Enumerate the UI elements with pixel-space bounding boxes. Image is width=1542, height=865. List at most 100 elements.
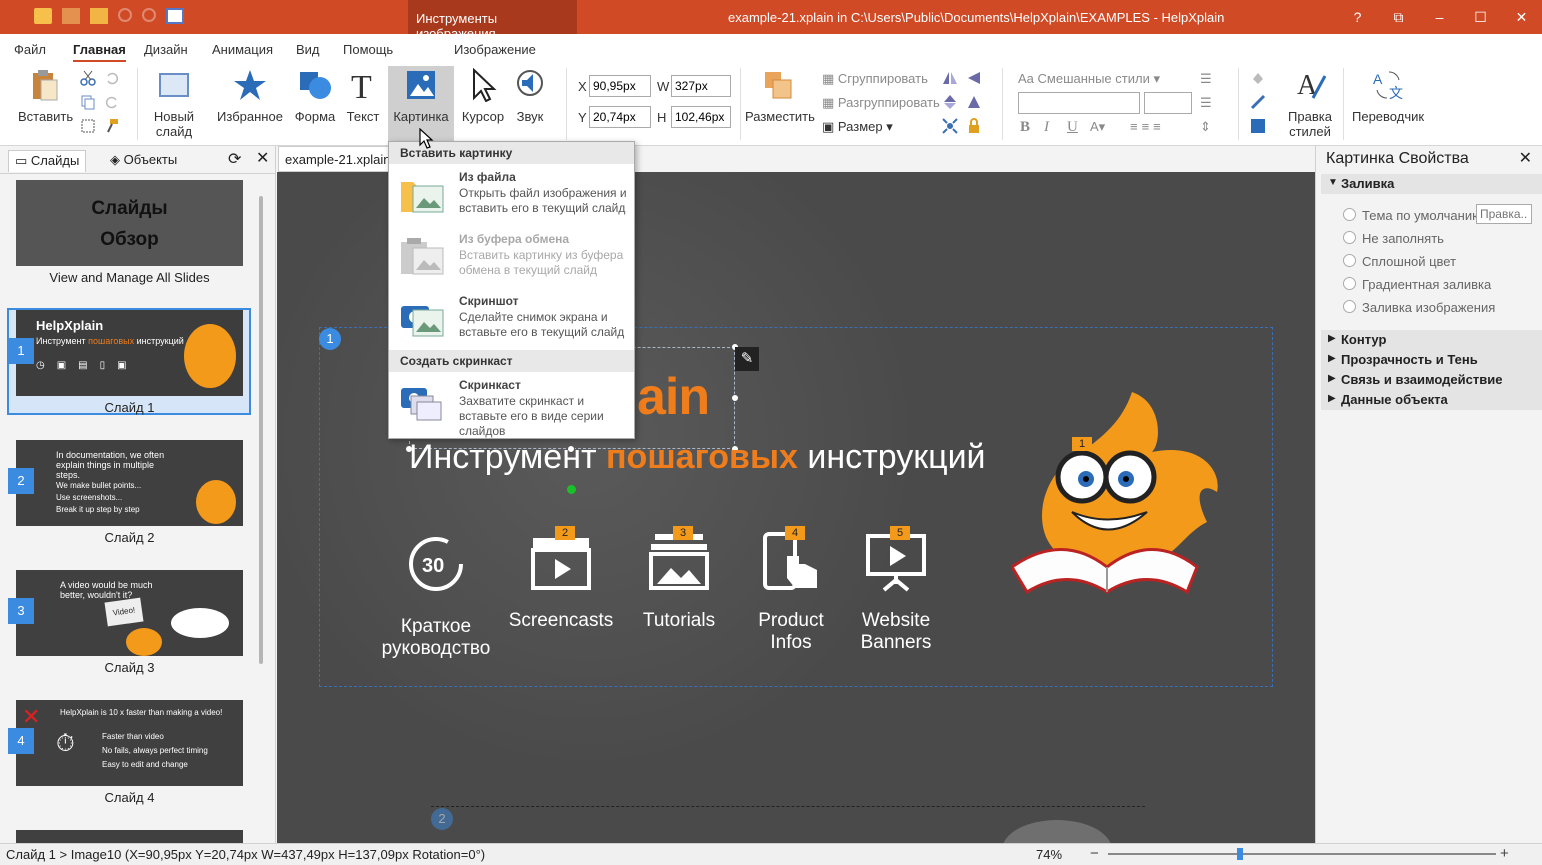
tab-view[interactable]: Вид bbox=[296, 42, 320, 57]
favorites-button[interactable]: Избранное bbox=[217, 68, 283, 124]
edit-styles-button[interactable]: A Правка стилей bbox=[1284, 68, 1336, 139]
slides-scrollbar[interactable] bbox=[259, 196, 263, 664]
rotate-handle[interactable] bbox=[567, 485, 576, 494]
redo-icon[interactable] bbox=[142, 8, 156, 22]
flip-vertical-icon[interactable] bbox=[942, 94, 958, 110]
format-painter-icon[interactable] bbox=[104, 118, 120, 134]
zoom-slider-thumb[interactable] bbox=[1236, 848, 1243, 860]
edit-pencil-icon[interactable]: ✎ bbox=[735, 347, 759, 371]
refresh-icon[interactable]: ⟳ bbox=[228, 149, 241, 169]
font-color-icon[interactable]: A▾ bbox=[1090, 119, 1105, 135]
fill-option-solid[interactable]: Сплошной цвет bbox=[1343, 254, 1456, 269]
shape-button[interactable]: Форма bbox=[293, 68, 337, 124]
group-button[interactable]: ▦ Сгруппировать bbox=[822, 71, 928, 87]
fill-option-gradient[interactable]: Градиентная заливка bbox=[1343, 277, 1491, 292]
undo-icon[interactable] bbox=[104, 70, 120, 86]
new-slide-button[interactable]: Новый слайд bbox=[150, 68, 198, 139]
save-icon[interactable] bbox=[62, 8, 80, 24]
flip-horizontal-icon[interactable] bbox=[942, 70, 958, 86]
italic-button[interactable]: I bbox=[1044, 119, 1049, 136]
overview-thumbnail[interactable]: Слайды Обзор bbox=[16, 180, 243, 266]
h-input[interactable] bbox=[671, 106, 731, 128]
y-input[interactable] bbox=[589, 106, 651, 128]
cut-icon[interactable] bbox=[80, 70, 96, 86]
tab-slides[interactable]: ▭ Слайды bbox=[8, 150, 87, 172]
undo-icon[interactable] bbox=[118, 8, 132, 22]
tab-help[interactable]: Помощь bbox=[343, 42, 393, 57]
rotate-right-icon[interactable] bbox=[966, 94, 982, 110]
tab-home[interactable]: Главная bbox=[73, 42, 126, 62]
from-file-menu-item[interactable]: Из файла Открыть файл изображения и вста… bbox=[389, 164, 634, 226]
lock-icon[interactable] bbox=[966, 118, 982, 134]
fill-option-default-theme[interactable]: Тема по умолчанию bbox=[1343, 208, 1482, 223]
paste-button[interactable]: Вставить bbox=[18, 68, 73, 124]
font-size-select[interactable] bbox=[1144, 92, 1192, 114]
from-clipboard-menu-item[interactable]: Из буфера обмена Вставить картинку из бу… bbox=[389, 226, 634, 288]
help-button[interactable]: ? bbox=[1337, 0, 1378, 34]
zoom-in-button[interactable]: + bbox=[1500, 845, 1509, 862]
close-button[interactable]: ✕ bbox=[1501, 0, 1542, 34]
rotate-left-icon[interactable] bbox=[966, 70, 982, 86]
sound-button[interactable]: Звук bbox=[512, 68, 548, 124]
link-interaction-section[interactable]: ▶ Связь и взаимодействие bbox=[1321, 370, 1542, 390]
tab-design[interactable]: Дизайн bbox=[144, 42, 188, 57]
restore-ribbon-button[interactable]: ⧉ bbox=[1378, 0, 1419, 34]
close-panel-icon[interactable]: ✕ bbox=[256, 148, 269, 168]
select-all-icon[interactable] bbox=[80, 118, 96, 134]
open-folder-icon[interactable] bbox=[34, 8, 52, 24]
numbered-list-icon[interactable]: ☰ bbox=[1200, 95, 1212, 111]
w-input[interactable] bbox=[671, 75, 731, 97]
size-button[interactable]: ▣ Размер ▾ bbox=[822, 119, 893, 135]
bold-button[interactable]: B bbox=[1020, 119, 1030, 136]
slide-thumbnail-1[interactable]: HelpXplain Инструмент пошаговых инструкц… bbox=[16, 310, 243, 396]
arrange-button[interactable]: Разместить bbox=[745, 68, 815, 124]
tab-file[interactable]: Файл bbox=[14, 42, 46, 57]
redo-icon[interactable] bbox=[104, 94, 120, 110]
vertical-align-icon[interactable]: ⇕ bbox=[1200, 119, 1211, 135]
list-icon[interactable]: ☰ bbox=[1200, 71, 1212, 87]
x-input[interactable] bbox=[589, 75, 651, 97]
text-button[interactable]: T Текст bbox=[346, 68, 380, 124]
resize-handle[interactable] bbox=[731, 394, 739, 402]
slide-headline: Инструмент пошаговых инструкций bbox=[409, 438, 986, 476]
fill-option-none[interactable]: Не заполнять bbox=[1343, 231, 1444, 246]
translate-icon: A文 bbox=[1373, 71, 1403, 101]
slide-thumbnail-3[interactable]: A video would be much better, wouldn't i… bbox=[16, 570, 243, 656]
screencast-menu-item[interactable]: Скринкаст Захватите скринкаст и вставьте… bbox=[389, 372, 634, 438]
font-family-select[interactable] bbox=[1018, 92, 1140, 114]
fill-section[interactable]: ▼ Заливка bbox=[1321, 174, 1542, 194]
shape-style-icon[interactable] bbox=[1250, 118, 1266, 134]
minimize-button[interactable]: – bbox=[1419, 0, 1460, 34]
transparency-shadow-section[interactable]: ▶ Прозрачность и Тень bbox=[1321, 350, 1542, 370]
folder-picture-icon bbox=[401, 182, 444, 213]
recent-icon[interactable] bbox=[90, 8, 108, 24]
ungroup-button[interactable]: ▦ Разгруппировать bbox=[822, 95, 940, 111]
close-properties-icon[interactable]: ✕ bbox=[1519, 148, 1532, 168]
slide-thumbnail-2[interactable]: In documentation, we often explain thing… bbox=[16, 440, 243, 526]
pen-color-icon[interactable] bbox=[1250, 94, 1266, 110]
fill-option-image[interactable]: Заливка изображения bbox=[1343, 300, 1495, 315]
align-icon[interactable] bbox=[942, 118, 958, 134]
translator-button[interactable]: A文 Переводчик bbox=[1352, 68, 1424, 124]
zoom-slider[interactable] bbox=[1108, 853, 1496, 855]
copy-icon[interactable] bbox=[80, 94, 96, 110]
tab-image[interactable]: Изображение bbox=[454, 42, 536, 57]
slide-thumbnail-5[interactable] bbox=[16, 830, 243, 843]
object-data-section[interactable]: ▶ Данные объекта bbox=[1321, 390, 1542, 410]
document-tab[interactable]: example-21.xplain bbox=[278, 146, 398, 172]
tab-animation[interactable]: Анимация bbox=[212, 42, 273, 57]
fill-color-icon[interactable] bbox=[1250, 70, 1266, 86]
outline-section[interactable]: ▶ Контур bbox=[1321, 330, 1542, 350]
tab-objects[interactable]: ◈ Объекты bbox=[104, 150, 183, 172]
edit-fill-input[interactable] bbox=[1476, 204, 1532, 224]
presentation-board-icon bbox=[866, 534, 926, 592]
cursor-button[interactable]: Курсор bbox=[460, 67, 506, 124]
zoom-out-button[interactable]: − bbox=[1090, 845, 1099, 862]
underline-button[interactable]: U bbox=[1067, 119, 1078, 136]
text-align-icons[interactable]: ≡≡≡ bbox=[1130, 119, 1165, 134]
maximize-button[interactable]: ☐ bbox=[1460, 0, 1501, 34]
mixed-styles-dropdown[interactable]: Aa Смешанные стили ▾ bbox=[1018, 71, 1160, 87]
slide-thumbnail-4[interactable]: HelpXplain is 10 x faster than making a … bbox=[16, 700, 243, 786]
preview-icon[interactable] bbox=[166, 8, 184, 24]
screenshot-menu-item[interactable]: Скриншот Сделайте снимок экрана и вставь… bbox=[389, 288, 634, 350]
